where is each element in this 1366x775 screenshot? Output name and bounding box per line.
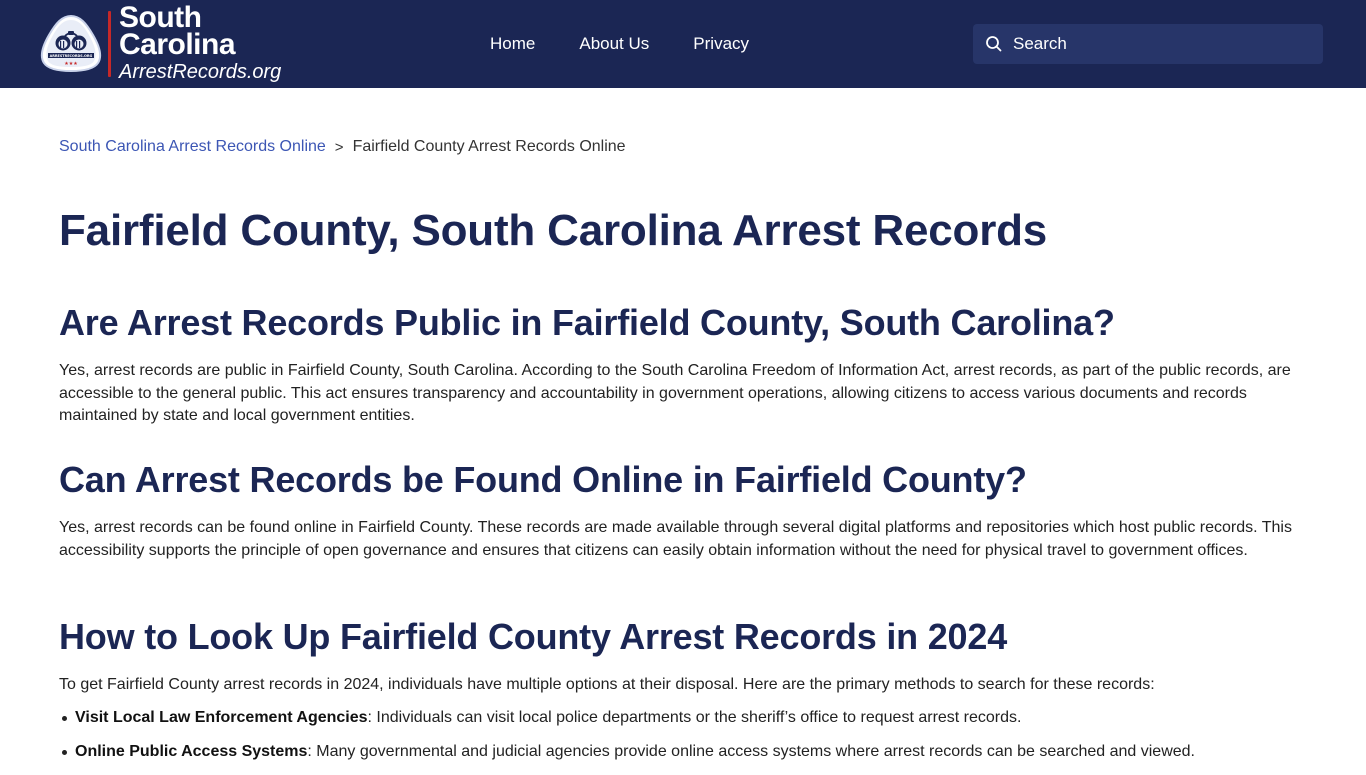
breadcrumb-current: Fairfield County Arrest Records Online [352,138,626,155]
list-item: Visit Local Law Enforcement Agencies: In… [59,707,1299,729]
nav-privacy[interactable]: Privacy [693,32,749,56]
logo-text: South Carolina ArrestRecords.org [119,0,282,85]
logo-line-domain: ArrestRecords.org [119,60,282,83]
site-logo[interactable]: ARRESTRECORDS.ORG ★★★ South Carolina Arr… [40,2,281,86]
main-nav: Home About Us Privacy [490,32,793,56]
section-heading-public: Are Arrest Records Public in Fairfield C… [59,302,1115,343]
section-body-public: Yes, arrest records are public in Fairfi… [59,362,1291,424]
section-body-online: Yes, arrest records can be found online … [59,519,1292,559]
section-body-lookup: To get Fairfield County arrest records i… [59,676,1155,693]
list-item-text: : Many governmental and judicial agencie… [307,743,1195,760]
svg-text:★★★: ★★★ [64,61,78,67]
list-item-term: Online Public Access Systems [75,743,308,760]
site-header: ARRESTRECORDS.ORG ★★★ South Carolina Arr… [0,0,1366,88]
logo-line-state-2: Carolina [119,27,236,61]
handcuffs-badge-icon: ARRESTRECORDS.ORG ★★★ [40,14,102,73]
list-item-text: : Individuals can visit local police dep… [367,709,1022,726]
list-item-term: Visit Local Law Enforcement Agencies [75,709,368,726]
search-input[interactable] [1013,34,1313,54]
search-icon [986,36,1002,52]
svg-text:ARRESTRECORDS.ORG: ARRESTRECORDS.ORG [50,54,93,58]
logo-divider [108,11,111,77]
page-title: Fairfield County, South Carolina Arrest … [59,206,1048,255]
breadcrumb-separator: > [334,138,344,156]
nav-home[interactable]: Home [490,32,535,56]
nav-about-us[interactable]: About Us [579,32,649,56]
lookup-methods-list: Visit Local Law Enforcement Agencies: In… [59,707,1299,775]
section-heading-online: Can Arrest Records be Found Online in Fa… [59,459,1027,500]
breadcrumb-parent-link[interactable]: South Carolina Arrest Records Online [59,138,326,156]
logo-line-state-1: South [119,0,202,34]
list-item: Online Public Access Systems: Many gover… [59,741,1299,763]
section-heading-lookup: How to Look Up Fairfield County Arrest R… [59,616,1008,657]
search-box[interactable] [973,24,1323,64]
breadcrumb: South Carolina Arrest Records Online > F… [59,138,626,156]
